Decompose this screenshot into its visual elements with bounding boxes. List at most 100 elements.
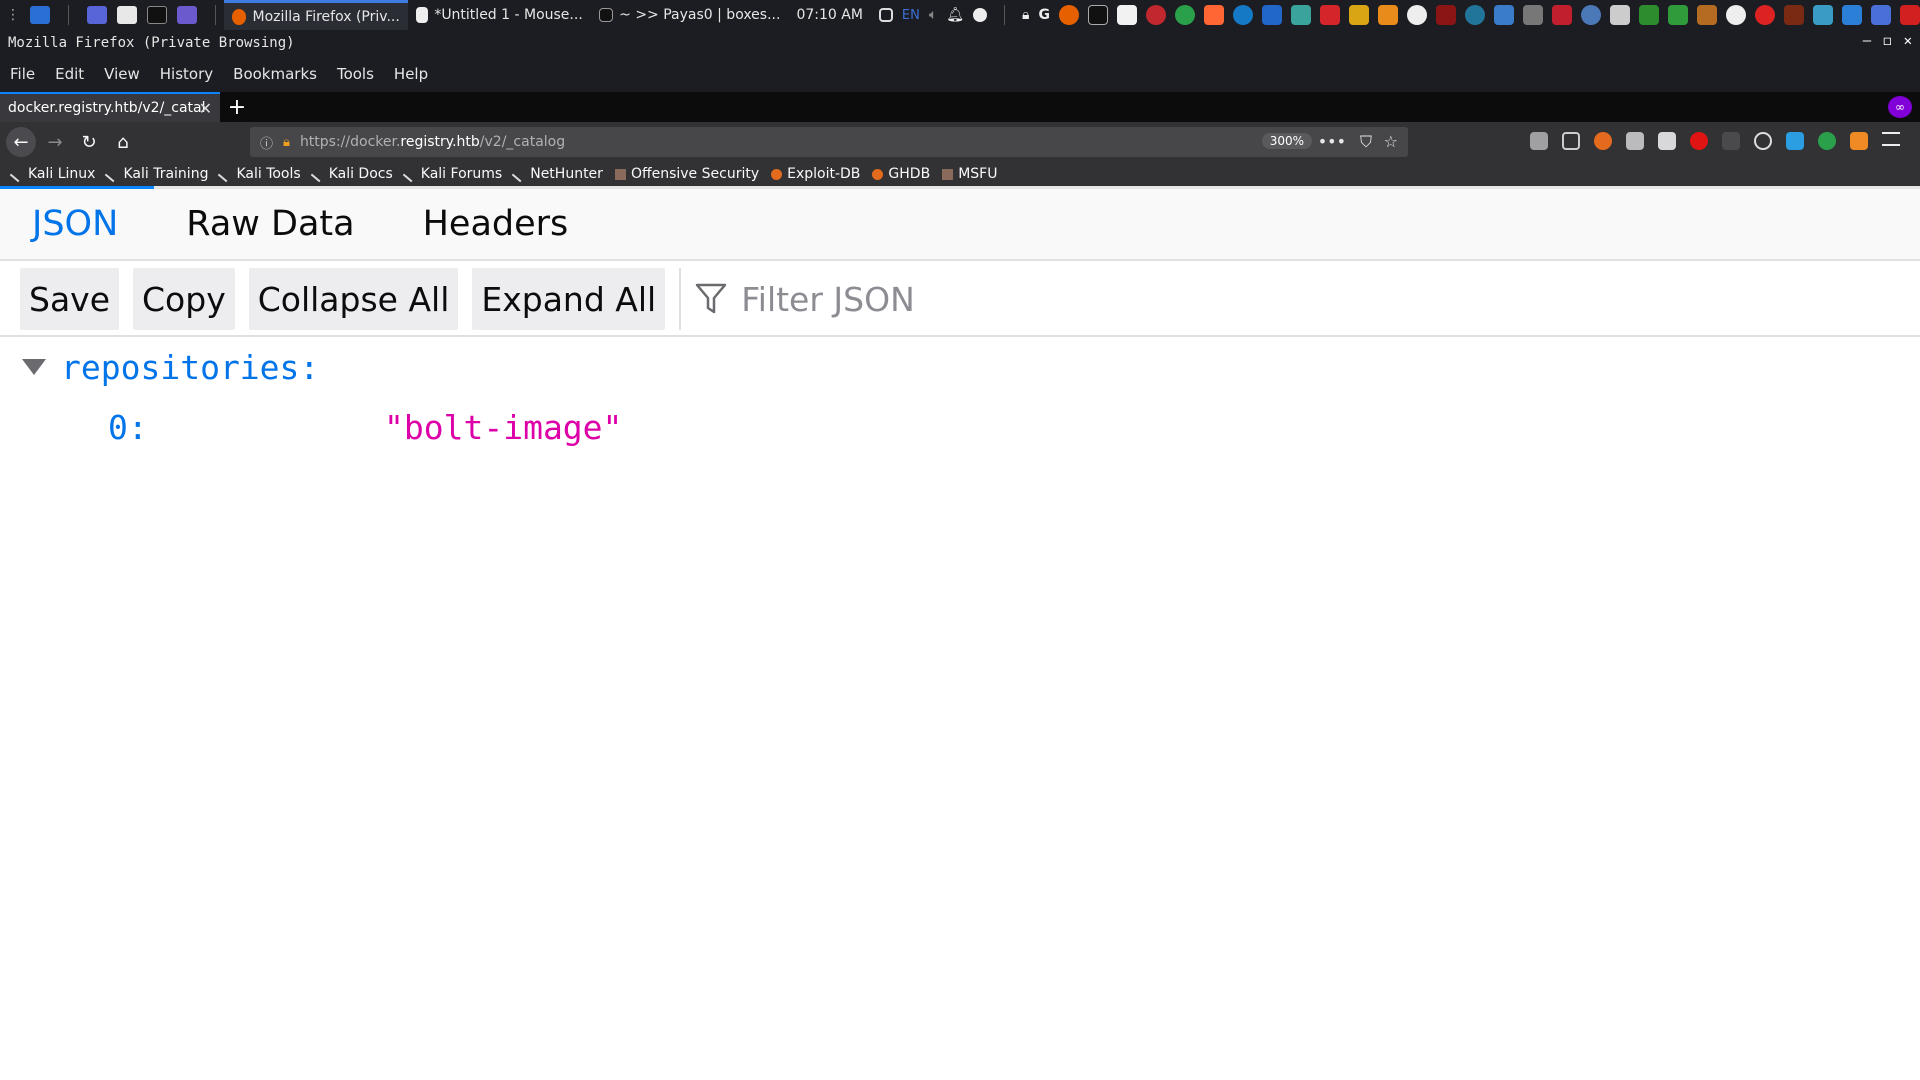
extension-orange-icon[interactable]: [1850, 132, 1868, 150]
taskbar-task-firefox[interactable]: Mozilla Firefox (Priv...: [224, 0, 408, 30]
tab-raw-data[interactable]: Raw Data: [186, 204, 354, 244]
home-button[interactable]: ⌂: [108, 127, 138, 157]
menu-help[interactable]: Help: [394, 65, 428, 83]
lock-icon[interactable]: 🔒︎: [283, 135, 290, 150]
tree-row-item[interactable]: 0: "bolt-image": [0, 397, 1920, 457]
menu-view[interactable]: View: [104, 65, 140, 83]
taskbar-task-terminal[interactable]: ~ >> Payas0 | boxes...: [591, 0, 789, 30]
save-button[interactable]: Save: [20, 268, 120, 330]
zap-icon[interactable]: [1494, 5, 1514, 25]
lock-screen-icon[interactable]: 🔒︎: [1022, 7, 1029, 23]
copy-button[interactable]: Copy: [133, 268, 235, 330]
maximize-icon[interactable]: ◻: [1883, 33, 1891, 49]
sidebar-icon[interactable]: [1562, 132, 1580, 150]
msf-icon[interactable]: [1436, 5, 1456, 25]
collapse-all-button[interactable]: Collapse All: [248, 268, 459, 330]
tab-headers[interactable]: Headers: [423, 204, 569, 244]
armitage-icon[interactable]: [1291, 5, 1311, 25]
display-icon[interactable]: [878, 8, 893, 22]
close-icon[interactable]: ✕: [1904, 33, 1912, 49]
menu-file[interactable]: File: [10, 65, 35, 83]
faraday-icon[interactable]: [1320, 5, 1340, 25]
browser-tab-active[interactable]: docker.registry.htb/v2/_catal ✕: [0, 92, 220, 122]
hamburger-menu-icon[interactable]: [1882, 132, 1900, 146]
extension-dark-icon[interactable]: [1722, 132, 1740, 150]
bookmark-exploit-db[interactable]: Exploit-DB: [771, 166, 860, 182]
arrow-icon[interactable]: [1871, 5, 1891, 25]
bookmark-kali-tools[interactable]: Kali Tools: [218, 166, 301, 182]
screenshot-icon[interactable]: [177, 6, 197, 24]
cherrytree-icon[interactable]: [1146, 5, 1166, 25]
menu-history[interactable]: History: [160, 65, 213, 83]
back-button[interactable]: ←: [6, 127, 36, 157]
expand-twisty-icon[interactable]: [22, 359, 46, 375]
bookmark-kali-training[interactable]: Kali Training: [105, 166, 208, 182]
mask-icon[interactable]: [1407, 5, 1427, 25]
notification-bell-icon[interactable]: 🔔︎: [946, 7, 964, 23]
forward-button[interactable]: →: [40, 127, 70, 157]
bookmark-kali-linux[interactable]: Kali Linux: [9, 166, 95, 182]
bookmark-offensive-security[interactable]: Offensive Security: [614, 166, 759, 182]
wordpress-icon[interactable]: [1465, 5, 1485, 25]
new-tab-button[interactable]: +: [220, 92, 254, 122]
ublock-icon[interactable]: [1690, 132, 1708, 150]
reload-button[interactable]: ↻: [74, 127, 104, 157]
fern-icon[interactable]: [1552, 5, 1572, 25]
sticks-icon[interactable]: [1813, 5, 1833, 25]
page-actions-icon[interactable]: •••: [1318, 132, 1346, 151]
tree-row-repositories[interactable]: repositories:: [0, 337, 1920, 397]
fox-icon[interactable]: [1784, 5, 1804, 25]
kali-menu-icon[interactable]: [30, 6, 50, 24]
bookmark-kali-forums[interactable]: Kali Forums: [402, 166, 502, 182]
menu-bookmarks[interactable]: Bookmarks: [233, 65, 317, 83]
bookmark-ghdb[interactable]: GHDB: [872, 166, 930, 182]
menu-tools[interactable]: Tools: [337, 65, 374, 83]
menu-edit[interactable]: Edit: [55, 65, 84, 83]
extension-cloud2-icon[interactable]: [1658, 132, 1676, 150]
metasploit-icon[interactable]: [1262, 5, 1282, 25]
extension-blue-icon[interactable]: [1786, 132, 1804, 150]
taskbar-task-mousepad[interactable]: *Untitled 1 - Mouse...: [408, 0, 591, 30]
volume-icon[interactable]: 🔈︎: [929, 7, 937, 23]
expand-all-button[interactable]: Expand All: [472, 268, 666, 330]
no-entry-icon[interactable]: [1755, 5, 1775, 25]
zoom-indicator[interactable]: 300%: [1261, 133, 1312, 149]
foxyproxy-icon[interactable]: [1594, 132, 1612, 150]
pocket-icon[interactable]: ⛉: [1360, 132, 1372, 152]
record-icon[interactable]: [973, 8, 988, 22]
shark-icon[interactable]: [1842, 5, 1862, 25]
file-manager-icon[interactable]: [117, 6, 137, 24]
library-icon[interactable]: [1530, 132, 1548, 150]
filter-json-input[interactable]: [741, 279, 1342, 319]
firefox-launcher-icon[interactable]: [1059, 5, 1079, 25]
terminal-launcher-icon[interactable]: [1088, 5, 1108, 25]
spartan-icon[interactable]: [1378, 5, 1398, 25]
burpsuite-icon[interactable]: [1204, 5, 1224, 25]
extension-cloud-icon[interactable]: [1626, 132, 1644, 150]
red-tool-icon[interactable]: [1900, 5, 1920, 25]
recon-icon[interactable]: [1349, 5, 1369, 25]
tool-icon[interactable]: [1523, 5, 1543, 25]
bug-icon[interactable]: [1610, 5, 1630, 25]
tab-close-icon[interactable]: ✕: [199, 99, 212, 118]
bookmark-star-icon[interactable]: ☆: [1384, 132, 1398, 151]
hammer-icon[interactable]: [1697, 5, 1717, 25]
menu-handle-icon[interactable]: ⋮: [6, 7, 20, 23]
bookmark-kali-docs[interactable]: Kali Docs: [310, 166, 393, 182]
globe-icon[interactable]: [1581, 5, 1601, 25]
extension-green-icon[interactable]: [1818, 132, 1836, 150]
account-icon[interactable]: [1754, 132, 1772, 150]
workspace-icon[interactable]: [87, 6, 107, 24]
maltego-icon[interactable]: [1175, 5, 1195, 25]
keyboard-layout[interactable]: EN: [902, 8, 920, 23]
bookmark-nethunter[interactable]: NetHunter: [511, 166, 603, 182]
url-text[interactable]: https://docker.registry.htb/v2/_catalog: [300, 134, 565, 150]
tab-json[interactable]: JSON: [32, 204, 118, 244]
terminal-icon[interactable]: [147, 6, 167, 24]
clock[interactable]: 07:10 AM: [788, 7, 870, 23]
magnifier-icon[interactable]: [1726, 5, 1746, 25]
url-bar[interactable]: ⓘ 🔒︎ https://docker.registry.htb/v2/_cat…: [250, 127, 1408, 157]
bookmark-msfu[interactable]: MSFU: [942, 166, 997, 182]
grid-icon[interactable]: [1639, 5, 1659, 25]
minimize-icon[interactable]: –: [1863, 33, 1871, 49]
